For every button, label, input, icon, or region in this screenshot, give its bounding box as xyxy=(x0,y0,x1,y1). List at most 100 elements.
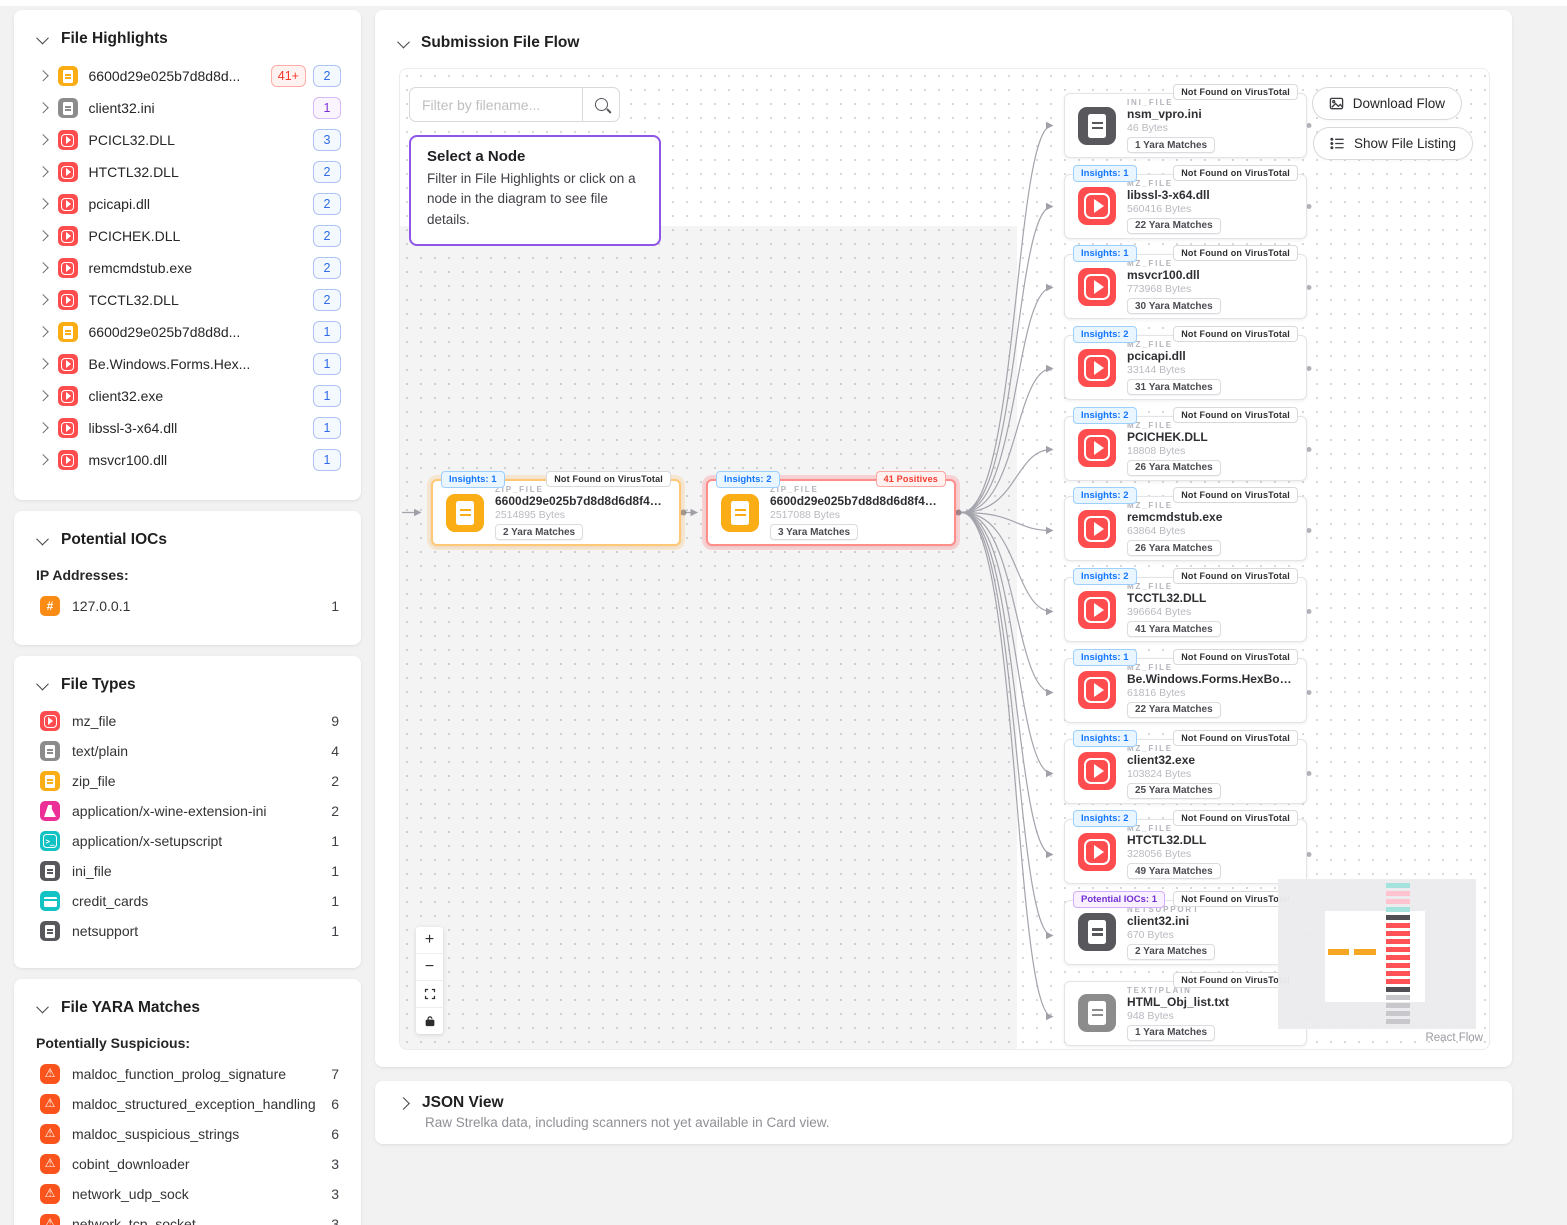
file-highlight-row[interactable]: 6600d29e025b7d8d8d... 41+ 2 xyxy=(34,60,341,92)
file-type-icon xyxy=(1078,752,1116,790)
file-highlight-row[interactable]: HTCTL32.DLL 2 xyxy=(34,156,341,188)
flow-node[interactable]: Insights: 2 Not Found on VirusTotal MZ_F… xyxy=(1064,335,1307,400)
strelka-file-analysis-page: File Highlights 6600d29e025b7d8d8d... 41… xyxy=(0,0,1567,1225)
minimap-node xyxy=(1386,915,1410,920)
lock-button[interactable] xyxy=(416,1008,443,1034)
flow-node[interactable]: Insights: 2 Not Found on VirusTotal MZ_F… xyxy=(1064,416,1307,481)
minimap-node xyxy=(1386,899,1410,904)
flow-minimap[interactable] xyxy=(1278,879,1476,1029)
flow-node[interactable]: Not Found on VirusTotal TEXT/PLAIN HTML_… xyxy=(1064,981,1307,1046)
minimap-node xyxy=(1354,949,1376,955)
flow-node[interactable]: Insights: 1 Not Found on VirusTotal MZ_F… xyxy=(1064,739,1307,804)
zoom-out-button[interactable]: − xyxy=(416,954,443,981)
chevron-right-icon xyxy=(37,295,48,306)
file-type-icon xyxy=(58,130,78,150)
yara-count: 3 xyxy=(331,1186,339,1202)
flow-canvas[interactable]: Insights: 1 Not Found on VirusTotal ZIP_… xyxy=(399,68,1490,1050)
file-highlight-row[interactable]: PCICHEK.DLL 2 xyxy=(34,220,341,252)
badge-group: 2 xyxy=(313,161,341,183)
virustotal-badge: Not Found on VirusTotal xyxy=(1173,84,1298,100)
insights-badge: Insights: 1 xyxy=(1073,649,1137,666)
badge-group: 1 xyxy=(313,97,341,119)
file-highlight-row[interactable]: 6600d29e025b7d8d8d... 1 xyxy=(34,316,341,348)
file-name: PCICL32.DLL xyxy=(89,132,303,148)
node-file-size: 46 Bytes xyxy=(1127,122,1168,134)
file-types-header[interactable]: File Types xyxy=(34,674,341,706)
file-type-icon xyxy=(40,831,60,851)
minimap-node xyxy=(1386,987,1410,992)
node-file-name: Be.Windows.Forms.HexBox.dll xyxy=(1127,672,1295,686)
flow-header[interactable]: Submission File Flow xyxy=(375,10,1512,52)
file-type-row: netsupport 1 xyxy=(34,916,341,946)
search-button[interactable] xyxy=(582,87,620,122)
node-file-type: INI_FILE xyxy=(1127,98,1173,107)
file-highlight-row[interactable]: remcmdstub.exe 2 xyxy=(34,252,341,284)
flow-node[interactable]: Insights: 2 Not Found on VirusTotal MZ_F… xyxy=(1064,819,1307,884)
file-highlight-row[interactable]: client32.ini 1 xyxy=(34,92,341,124)
flow-root-node-child-zip[interactable]: Insights: 2 41 Positives ZIP_FILE 6600d2… xyxy=(706,479,956,546)
section-title: Potential IOCs xyxy=(61,531,167,549)
chevron-right-icon xyxy=(37,103,48,114)
yara-matches-header[interactable]: File YARA Matches xyxy=(34,997,341,1029)
file-highlights-list: 6600d29e025b7d8d8d... 41+ 2 client32.ini xyxy=(34,60,341,476)
filter-input[interactable] xyxy=(409,87,582,122)
file-highlight-row[interactable]: PCICL32.DLL 3 xyxy=(34,124,341,156)
show-file-listing-button[interactable]: Show File Listing xyxy=(1313,127,1473,160)
node-file-name: 6600d29e025b7d8d8d6d8f472685b9f800e34182… xyxy=(495,494,663,508)
file-type-icon xyxy=(58,98,78,118)
file-highlight-row[interactable]: Be.Windows.Forms.Hex... 1 xyxy=(34,348,341,380)
insights-badge: Insights: 1 xyxy=(1073,165,1137,182)
virustotal-badge: Not Found on VirusTotal xyxy=(1173,568,1298,584)
badge-group: 1 xyxy=(313,417,341,439)
node-yara-badge: 1 Yara Matches xyxy=(1127,1025,1215,1041)
fit-view-button[interactable] xyxy=(416,981,443,1008)
badge-group: 41+ 2 xyxy=(271,65,341,87)
file-type-count: 1 xyxy=(331,923,339,939)
flow-node[interactable]: Insights: 2 Not Found on VirusTotal MZ_F… xyxy=(1064,577,1307,642)
flow-node[interactable]: Insights: 1 Not Found on VirusTotal MZ_F… xyxy=(1064,174,1307,239)
file-type-icon xyxy=(58,226,78,246)
flow-node[interactable]: Insights: 1 Not Found on VirusTotal MZ_F… xyxy=(1064,658,1307,723)
file-type-icon xyxy=(58,258,78,278)
lock-icon xyxy=(424,1015,436,1027)
minimap-viewport[interactable] xyxy=(1325,911,1425,1002)
chevron-down-icon xyxy=(36,677,49,690)
file-type-row: credit_cards 1 xyxy=(34,886,341,916)
ioc-row: 127.0.0.1 1 xyxy=(34,591,341,621)
flow-node[interactable]: Insights: 2 Not Found on VirusTotal MZ_F… xyxy=(1064,496,1307,561)
flow-root-node-parent-zip[interactable]: Insights: 1 Not Found on VirusTotal ZIP_… xyxy=(431,479,681,546)
count-badge: 1 xyxy=(313,417,341,439)
download-flow-button[interactable]: Download Flow xyxy=(1312,87,1462,120)
chevron-right-icon xyxy=(37,455,48,466)
json-view-header[interactable]: JSON View xyxy=(399,1092,1488,1112)
flow-node[interactable]: Not Found on VirusTotal INI_FILE nsm_vpr… xyxy=(1064,93,1307,158)
file-name: msvcr100.dll xyxy=(89,452,303,468)
chevron-right-icon xyxy=(37,231,48,242)
chevron-right-icon xyxy=(37,391,48,402)
count-badge: 1 xyxy=(313,353,341,375)
file-highlight-row[interactable]: pcicapi.dll 2 xyxy=(34,188,341,220)
file-type-count: 9 xyxy=(331,713,339,729)
file-type-icon xyxy=(58,450,78,470)
yara-row: cobint_downloader 3 xyxy=(34,1149,341,1179)
file-highlight-row[interactable]: msvcr100.dll 1 xyxy=(34,444,341,476)
count-badge: 2 xyxy=(313,289,341,311)
potential-iocs-header[interactable]: Potential IOCs xyxy=(34,529,341,561)
node-yara-badge: 41 Yara Matches xyxy=(1127,621,1221,637)
file-type-icon xyxy=(1078,671,1116,709)
yara-rule-name: maldoc_structured_exception_handling xyxy=(72,1096,319,1112)
file-highlight-row[interactable]: TCCTL32.DLL 2 xyxy=(34,284,341,316)
flow-node[interactable]: Insights: 1 Not Found on VirusTotal MZ_F… xyxy=(1064,254,1307,319)
flow-node[interactable]: Potential IOCs: 1 Not Found on VirusTota… xyxy=(1064,900,1307,965)
virustotal-badge: 41 Positives xyxy=(876,471,946,487)
node-yara-badge: 25 Yara Matches xyxy=(1127,783,1221,799)
node-yara-badge: 2 Yara Matches xyxy=(495,524,583,540)
file-type-icon xyxy=(40,801,60,821)
file-highlight-row[interactable]: libssl-3-x64.dll 1 xyxy=(34,412,341,444)
positives-badge: 41+ xyxy=(271,65,306,87)
file-highlights-header[interactable]: File Highlights xyxy=(34,28,341,60)
zoom-in-button[interactable]: + xyxy=(416,927,443,954)
yara-list: maldoc_function_prolog_signature 7 maldo… xyxy=(34,1059,341,1225)
chevron-down-icon xyxy=(36,31,49,44)
file-highlight-row[interactable]: client32.exe 1 xyxy=(34,380,341,412)
